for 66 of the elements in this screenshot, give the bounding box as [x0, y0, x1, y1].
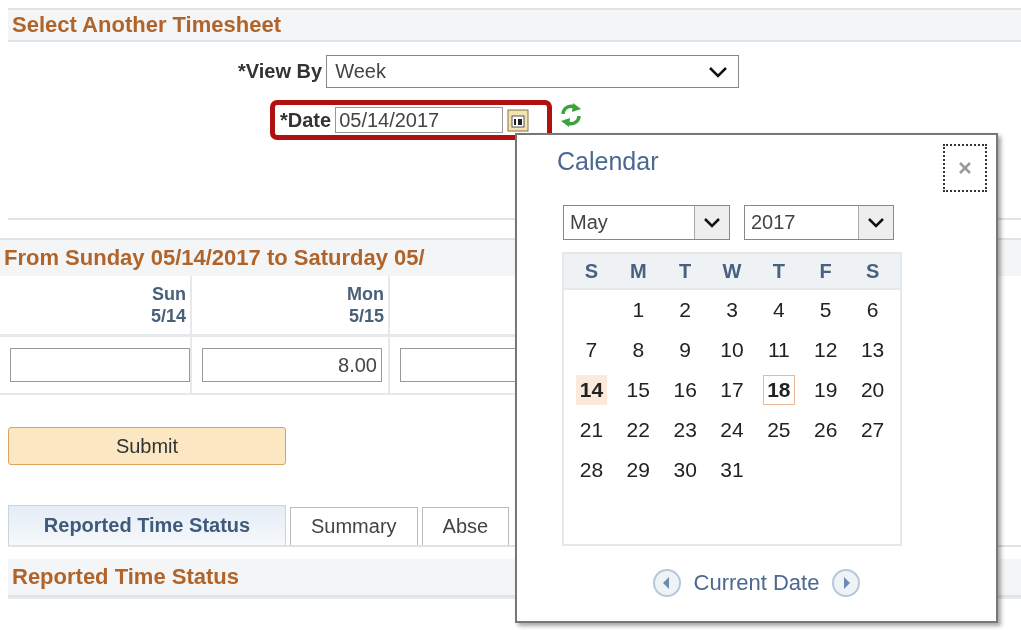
weekday-label: T: [771, 259, 786, 283]
calendar-day[interactable]: 4: [769, 295, 789, 325]
calendar-day[interactable]: 29: [622, 455, 654, 485]
calendar-day[interactable]: 8: [628, 335, 649, 365]
calendar-day[interactable]: 20: [856, 375, 889, 405]
calendar-day[interactable]: 11: [763, 335, 794, 365]
month-select[interactable]: May: [563, 205, 730, 240]
chevron-icon: [867, 217, 885, 228]
calendar-day[interactable]: 14: [575, 375, 608, 405]
calendar-day[interactable]: 24: [716, 415, 748, 445]
hours-field[interactable]: [10, 348, 190, 382]
column-header: Sun 5/14: [0, 276, 192, 337]
calendar-day[interactable]: 12: [810, 335, 842, 365]
hours-field[interactable]: 8.00: [202, 348, 382, 382]
calendar-day[interactable]: 27: [856, 415, 889, 445]
year-select[interactable]: 2017: [744, 205, 894, 240]
previous-icon[interactable]: [651, 568, 682, 598]
calendar-day[interactable]: 18: [763, 375, 795, 405]
weekday-label: S: [864, 259, 881, 283]
calendar-day[interactable]: 28: [575, 455, 608, 485]
close-icon: [958, 161, 972, 175]
chevron-icon: [708, 65, 729, 78]
calendar-day[interactable]: 9: [675, 335, 695, 365]
weekday-label: T: [678, 259, 693, 283]
weekday-label: W: [721, 259, 743, 283]
calendar-day[interactable]: 10: [716, 335, 748, 365]
calendar-day[interactable]: 31: [716, 455, 748, 485]
calendar-title: Calendar: [557, 147, 659, 176]
calendar-day[interactable]: 17: [716, 375, 748, 405]
date-label: *Date: [280, 108, 332, 132]
calendar-day[interactable]: 1: [628, 295, 649, 325]
chevron-icon: [703, 217, 721, 228]
calendar-day[interactable]: 22: [622, 415, 654, 445]
weekday-label: M: [628, 259, 648, 283]
calendar-icon[interactable]: [507, 108, 530, 132]
weekday-label: S: [583, 259, 600, 283]
calendar-day[interactable]: 13: [856, 335, 889, 365]
calendar-day[interactable]: 5: [815, 295, 836, 325]
section-title: Reported Time Status: [12, 564, 239, 590]
calendar-day[interactable]: 15: [622, 375, 654, 405]
weekday-label: F: [818, 259, 833, 283]
calendar-day[interactable]: 3: [722, 295, 742, 325]
calendar-day[interactable]: 26: [810, 415, 842, 445]
calendar-day[interactable]: 23: [669, 415, 701, 445]
calendar-day[interactable]: 6: [862, 295, 883, 325]
view-by-select[interactable]: Week: [326, 55, 740, 88]
current-date-link[interactable]: Current Date: [693, 570, 820, 596]
tab[interactable]: Abse: [421, 507, 510, 545]
date-field[interactable]: 05/14/2017: [335, 107, 504, 133]
section-title: Select Another Timesheet: [12, 12, 281, 38]
view-by-label: *View By: [238, 60, 323, 83]
close-button[interactable]: [943, 144, 987, 192]
refresh-icon[interactable]: [558, 101, 584, 129]
week-title: From Sunday 05/14/2017 to Saturday 05/: [4, 245, 425, 271]
next-icon[interactable]: [831, 568, 862, 598]
calendar-day[interactable]: 2: [675, 295, 695, 325]
tab[interactable]: Summary: [290, 507, 418, 545]
calendar-day[interactable]: 19: [810, 375, 842, 405]
submit-button[interactable]: Submit: [8, 427, 286, 465]
column-header: Mon 5/15: [192, 276, 390, 337]
calendar-day[interactable]: 7: [581, 335, 602, 365]
calendar-day[interactable]: 30: [669, 455, 701, 485]
calendar-day[interactable]: 21: [575, 415, 608, 445]
calendar-day[interactable]: 25: [763, 415, 795, 445]
tab[interactable]: Reported Time Status: [8, 505, 286, 545]
calendar-day[interactable]: 16: [669, 375, 701, 405]
